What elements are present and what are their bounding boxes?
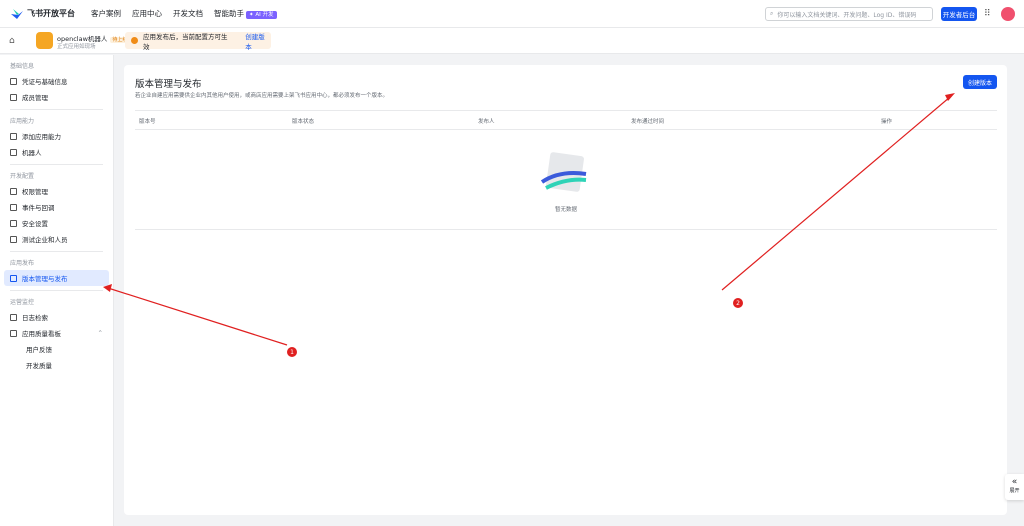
sidebar-item-label: 成员管理 <box>22 94 48 102</box>
chevron-up-icon[interactable]: ⌃ <box>98 329 103 337</box>
col-publisher: 发布人 <box>478 119 495 125</box>
empty-text: 暂无数据 <box>554 207 577 213</box>
sidebar-item[interactable]: 机器人 <box>4 144 109 160</box>
sidebar-divider <box>10 109 103 110</box>
empty-illustration-icon <box>540 152 587 192</box>
brand-name: 飞书开放平台 <box>27 9 75 18</box>
sidebar-item-label: 添加应用能力 <box>22 133 61 141</box>
annotation-badge-2: 2 <box>733 298 743 308</box>
sidebar: 基础信息凭证与基础信息 成员管理应用能力添加应用能力 机器人开发配置权限管理事件与回… <box>0 55 114 526</box>
sidebar-item-icon <box>10 235 17 243</box>
sidebar-item-label: 开发质量 <box>26 362 52 370</box>
apps-grid-icon[interactable]: ⠿ <box>984 10 991 19</box>
sidebar-item-label: 应用质量看板 <box>22 330 61 338</box>
sidebar-item[interactable]: 添加应用能力 <box>4 128 109 144</box>
col-status: 版本状态 <box>292 119 315 125</box>
expand-label: 展开 <box>1009 488 1020 494</box>
sidebar-item[interactable]: 版本管理与发布 <box>4 270 109 286</box>
sidebar-item-label: 版本管理与发布 <box>22 275 68 283</box>
sidebar-item-icon <box>10 203 17 211</box>
notice-text: 应用发布后，当前配置方可生效 <box>142 32 228 51</box>
home-icon[interactable]: ⌂ <box>9 36 15 46</box>
page-title: 版本管理与发布 <box>135 79 202 90</box>
sidebar-item-icon <box>10 132 17 140</box>
expand-button[interactable]: «展开 <box>1005 474 1024 500</box>
sidebar-item[interactable]: 用户反馈 <box>4 341 109 357</box>
sidebar-item-icon <box>10 148 17 156</box>
sidebar-section-title: 应用发布 <box>10 260 35 267</box>
top-bar: 飞书开放平台 客户案例 应用中心 开发文档 智能助手 ✦ AI 开发 ⌕ 你可以输入… <box>0 0 1024 28</box>
nav-assistant[interactable]: 智能助手 ✦ AI 开发 <box>214 8 277 19</box>
sidebar-item-icon <box>10 329 17 337</box>
annotation-badge-1: 1 <box>287 347 297 357</box>
sidebar-divider <box>10 164 103 165</box>
nav-cases[interactable]: 客户案例 <box>91 8 121 19</box>
search-icon: ⌕ <box>770 10 774 17</box>
table-header: 版本号 版本状态 发布人 发布通过时间 操作 <box>135 110 997 130</box>
sidebar-item-label: 凭证与基础信息 <box>22 78 68 86</box>
sidebar-item-label: 机器人 <box>22 149 42 157</box>
sidebar-item-icon <box>10 313 17 321</box>
sidebar-item[interactable]: 开发质量 <box>4 357 109 373</box>
col-actions: 操作 <box>881 119 893 125</box>
nav-assistant-label: 智能助手 <box>214 9 244 18</box>
sidebar-item-label: 测试企业和人员 <box>22 236 68 244</box>
app-bar: ⌂ openclaw机器人 待上线 正式应用如现场 应用发布后，当前配置方可生效创… <box>0 28 1024 54</box>
sidebar-divider <box>10 251 103 252</box>
publish-notice: 应用发布后，当前配置方可生效 创建版本 <box>125 31 271 51</box>
sidebar-item-icon <box>10 187 17 195</box>
sidebar-item[interactable]: 测试企业和人员 <box>4 231 109 247</box>
brand-logo[interactable]: 飞书开放平台 <box>11 8 75 19</box>
warning-icon <box>131 37 138 44</box>
search-input[interactable]: ⌕ 你可以输入文档关键词、开发问题、Log ID、错误码 <box>765 7 933 21</box>
sidebar-item[interactable]: 日志检索 <box>4 309 109 325</box>
sidebar-item[interactable]: 成员管理 <box>4 89 109 105</box>
create-version-button[interactable]: 创建版本 <box>963 75 997 89</box>
sidebar-item-label: 事件与回调 <box>22 204 55 212</box>
double-chevron-left-icon: « <box>1011 477 1018 487</box>
empty-state: 暂无数据 <box>135 130 997 230</box>
feishu-logo-icon <box>11 8 23 19</box>
sidebar-item-label: 用户反馈 <box>26 346 52 354</box>
main-panel: 版本管理与发布 若企业自建应用需要供企业内其他用户使用，或商店应用需要上架飞书应… <box>124 65 1007 515</box>
sidebar-item[interactable]: 凭证与基础信息 <box>4 73 109 89</box>
page-description: 若企业自建应用需要供企业内其他用户使用，或商店应用需要上架飞书应用中心，都必须发… <box>135 93 389 99</box>
sidebar-item[interactable]: 事件与回调 <box>4 199 109 215</box>
sidebar-item-icon <box>10 219 17 227</box>
sidebar-item-label: 权限管理 <box>22 188 48 196</box>
sidebar-section-title: 应用能力 <box>10 118 35 125</box>
sidebar-item-icon <box>10 93 17 101</box>
col-version: 版本号 <box>139 119 156 125</box>
app-robot-icon <box>36 32 53 49</box>
sidebar-item-icon <box>10 274 17 282</box>
create-version-link[interactable]: 创建版本 <box>245 31 271 51</box>
app-subtitle: 正式应用如现场 <box>57 44 96 50</box>
sidebar-item-label: 日志检索 <box>22 314 48 322</box>
nav-docs[interactable]: 开发文档 <box>173 8 203 19</box>
col-time: 发布通过时间 <box>631 119 665 125</box>
sidebar-item[interactable]: 权限管理 <box>4 183 109 199</box>
sidebar-item-icon <box>10 77 17 85</box>
sidebar-item-label: 安全设置 <box>22 220 48 228</box>
ai-badge: ✦ AI 开发 <box>246 11 277 19</box>
sidebar-section-title: 开发配置 <box>10 173 35 180</box>
sidebar-section-title: 基础信息 <box>10 63 35 70</box>
sidebar-item[interactable]: 应用质量看板 ⌃ <box>4 325 109 341</box>
sidebar-section-title: 运营监控 <box>10 299 35 306</box>
dev-console-button[interactable]: 开发者后台 <box>941 7 977 21</box>
search-placeholder: 你可以输入文档关键词、开发问题、Log ID、错误码 <box>777 11 917 19</box>
nav-app-center[interactable]: 应用中心 <box>132 8 162 19</box>
avatar[interactable] <box>1001 7 1015 21</box>
sidebar-divider <box>10 290 103 291</box>
sidebar-item[interactable]: 安全设置 <box>4 215 109 231</box>
